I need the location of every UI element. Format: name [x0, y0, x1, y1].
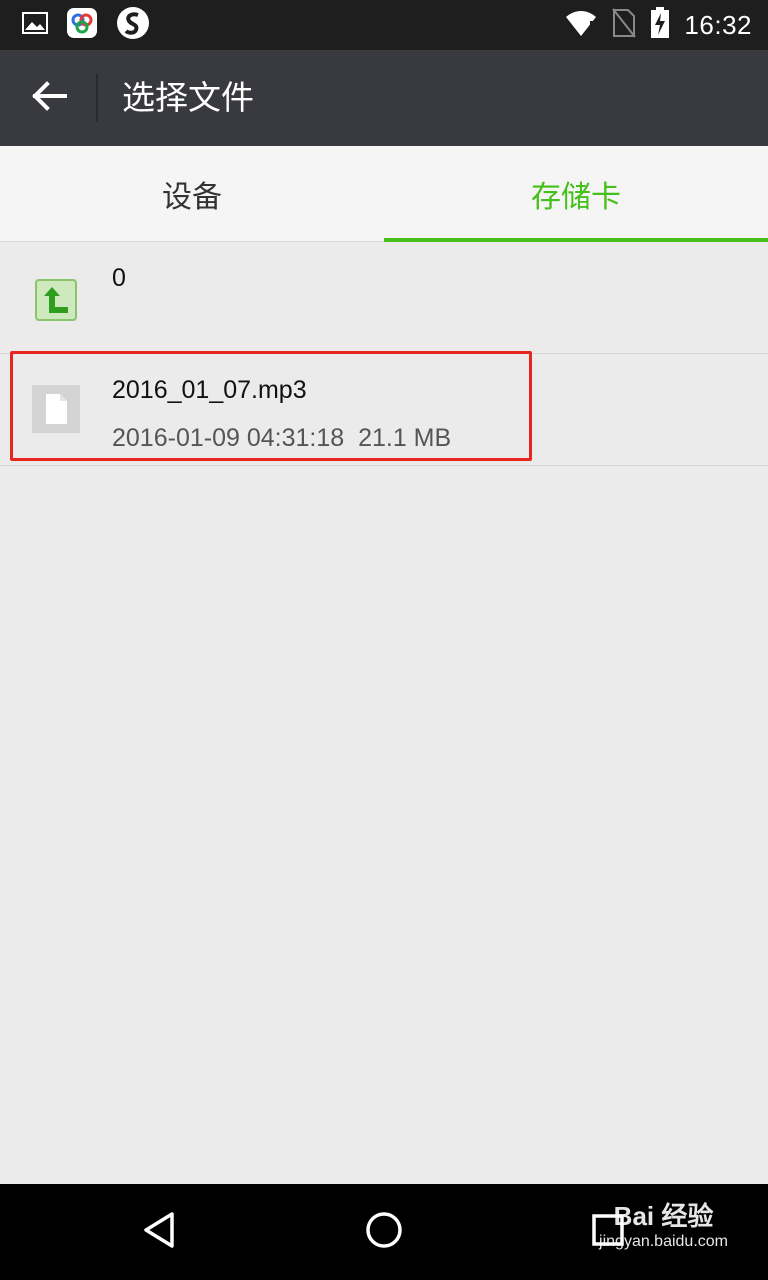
status-right-icons: 16:32 — [564, 7, 752, 43]
tab-device[interactable]: 设备 — [0, 146, 384, 242]
tab-bar: 设备 存储卡 — [0, 146, 768, 242]
wifi-icon — [564, 9, 598, 41]
tab-storage-card[interactable]: 存储卡 — [384, 146, 768, 242]
home-circle-icon — [364, 1210, 404, 1254]
back-button[interactable] — [20, 72, 78, 124]
baidu-jingyan-watermark: Bai 经验 jingyan.baidu.com — [599, 1196, 728, 1251]
arrow-left-icon — [31, 81, 67, 115]
no-sim-icon — [612, 8, 637, 42]
page-title: 选择文件 — [122, 78, 254, 117]
nav-home-button[interactable] — [358, 1206, 410, 1258]
baidu-cloud-icon — [66, 7, 98, 43]
s-app-icon — [116, 6, 150, 44]
back-triangle-icon — [140, 1210, 180, 1254]
toolbar: 选择文件 — [0, 50, 768, 146]
list-item-title: 0 — [112, 264, 126, 292]
watermark-url: jingyan.baidu.com — [599, 1233, 728, 1250]
image-icon — [22, 12, 48, 38]
watermark-logo: Bai 经验 — [613, 1201, 714, 1231]
highlight-box — [10, 351, 532, 461]
folder-up-icon — [32, 276, 80, 324]
toolbar-divider — [96, 74, 98, 122]
navigation-bar: Bai 经验 jingyan.baidu.com — [0, 1184, 768, 1280]
status-time: 16:32 — [684, 9, 752, 40]
status-bar: 16:32 — [0, 0, 768, 50]
nav-back-button[interactable] — [134, 1206, 186, 1258]
battery-charging-icon — [650, 7, 670, 43]
list-item-parent-folder[interactable]: 0 — [0, 242, 768, 354]
status-left-icons — [22, 6, 150, 44]
